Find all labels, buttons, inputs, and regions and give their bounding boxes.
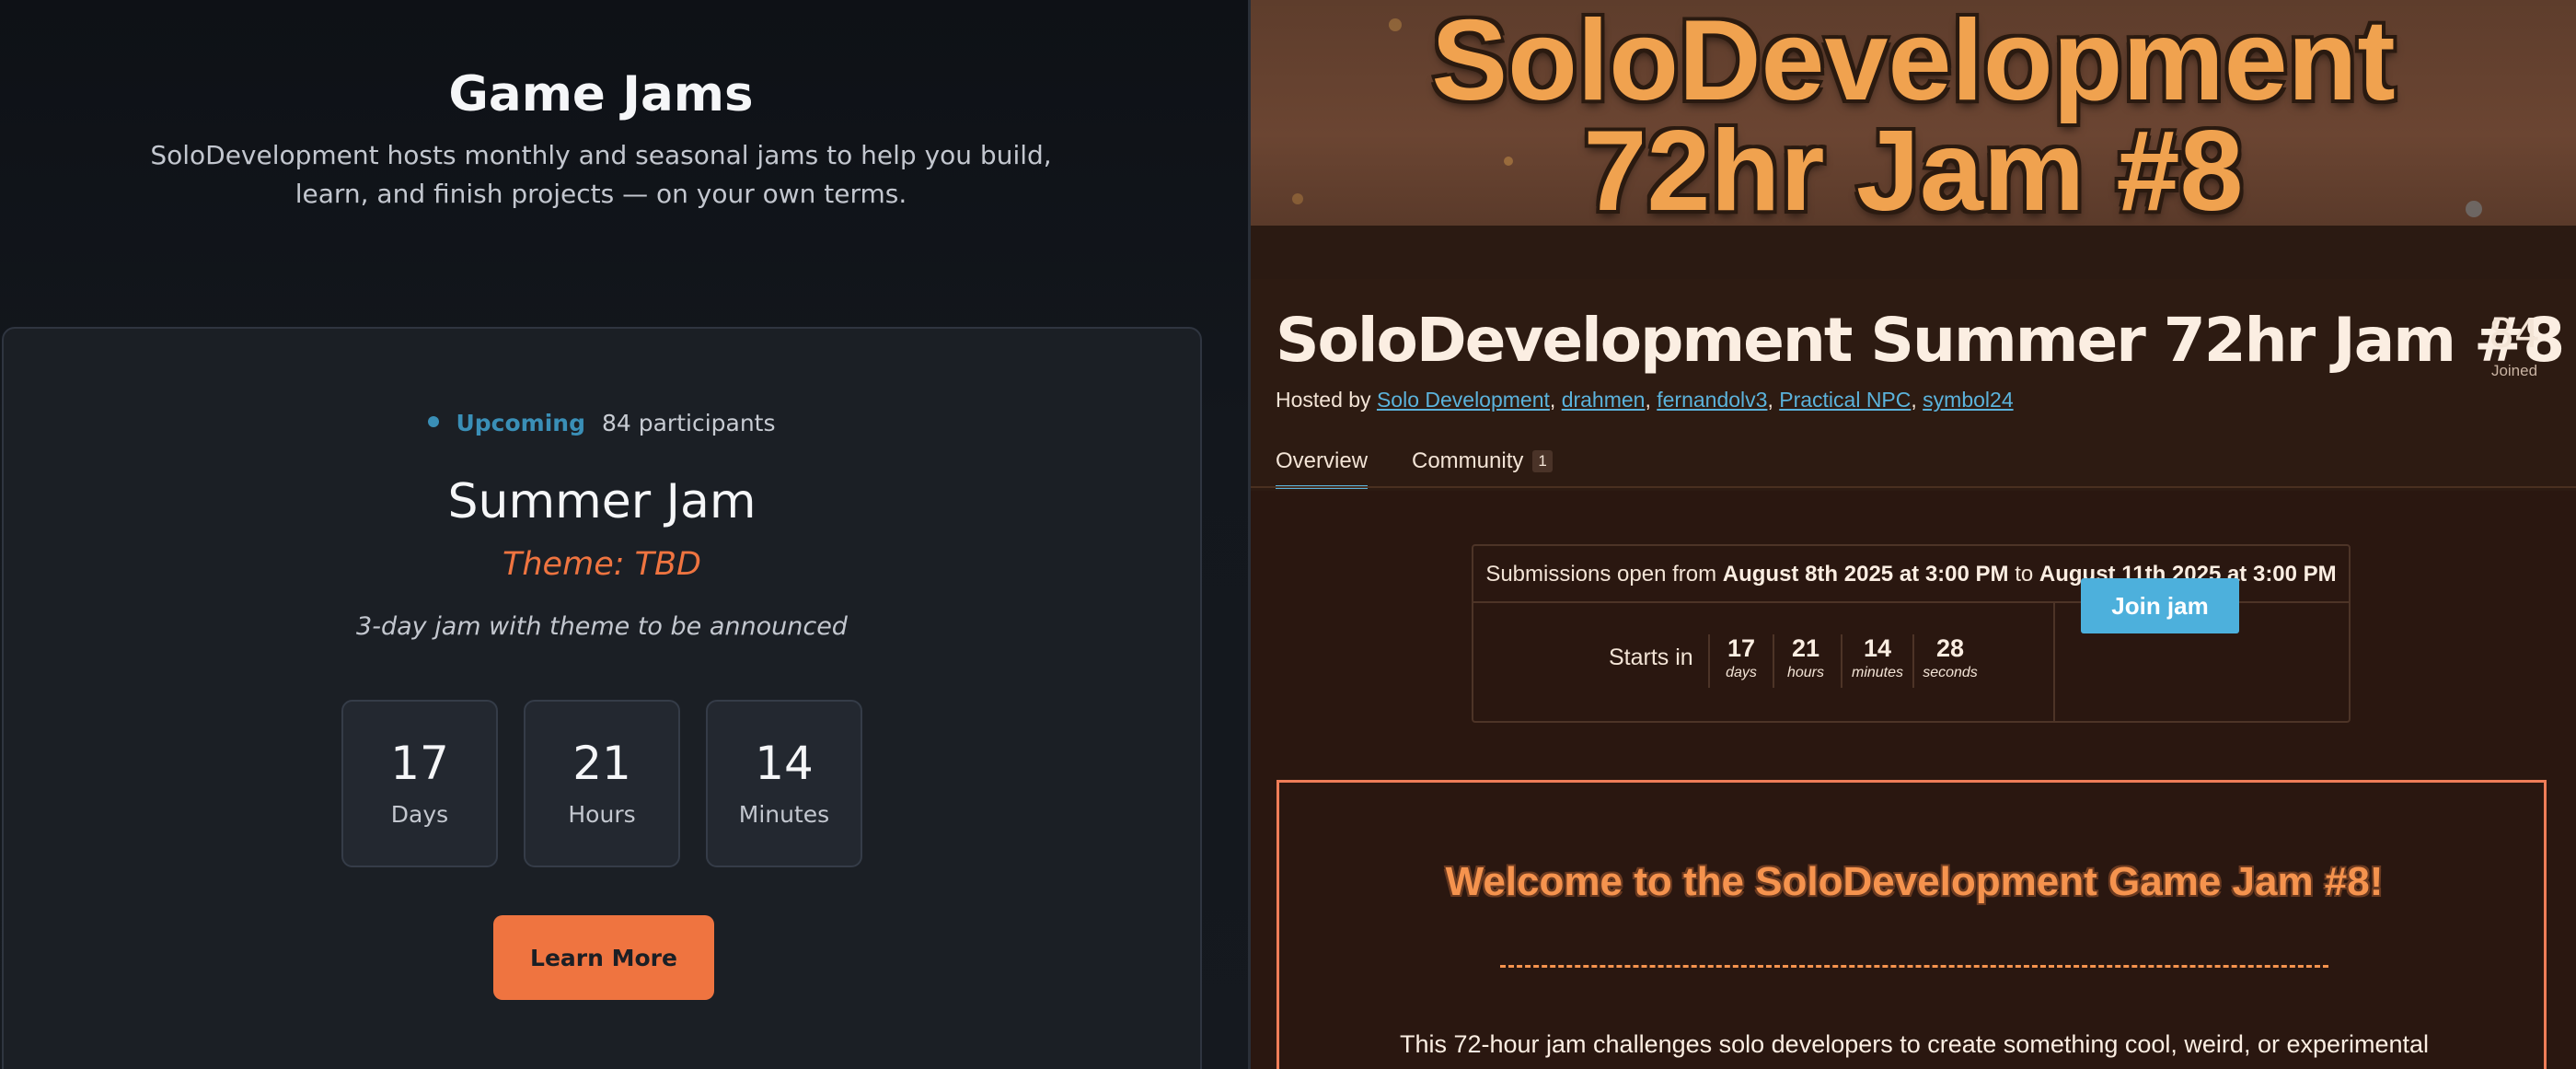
submission-start: August 8th 2025 at 3:00 PM bbox=[1722, 562, 2009, 587]
starts-in-label: Starts in bbox=[1609, 645, 1693, 670]
tab-community[interactable]: Community 1 bbox=[1412, 448, 1553, 485]
banner-line-1: SoloDevelopment bbox=[1431, 0, 2396, 124]
host-link[interactable]: symbol24 bbox=[1923, 388, 2013, 412]
welcome-section: Welcome to the SoloDevelopment Game Jam … bbox=[1276, 780, 2547, 1069]
page-title: Game Jams bbox=[448, 66, 754, 122]
countdown-days: 17 Days bbox=[341, 700, 498, 867]
countdown-seconds: 28 seconds bbox=[1912, 634, 1986, 688]
welcome-body: This 72-hour jam challenges solo develop… bbox=[1399, 1030, 2430, 1058]
countdown-unit: seconds bbox=[1923, 665, 1978, 680]
countdown-unit: hours bbox=[1786, 665, 1825, 680]
jam-banner: SoloDevelopment 72hr Jam #8 bbox=[1251, 0, 2576, 235]
status-row: Upcoming 84 participants bbox=[4, 410, 1200, 436]
starts-in-panel: Starts in 17 days 21 hours 14 minutes 28… bbox=[1473, 603, 2055, 723]
countdown-value: 21 bbox=[572, 737, 631, 790]
countdown-minutes: 14 minutes bbox=[1841, 634, 1912, 688]
banner-strip bbox=[1251, 226, 2576, 279]
countdown-unit: days bbox=[1726, 665, 1757, 680]
hosted-by-label: Hosted by bbox=[1276, 388, 1377, 412]
jam-page: SoloDevelopment 72hr Jam #8 SoloDevelopm… bbox=[1251, 0, 2576, 1069]
status-badge: Upcoming bbox=[456, 410, 585, 436]
countdown-days: 17 days bbox=[1708, 634, 1773, 688]
jam-header: SoloDevelopment Summer 72hr Jam #8 Hoste… bbox=[1251, 279, 2576, 491]
countdown-hours: 21 Hours bbox=[524, 700, 680, 867]
tab-overview[interactable]: Overview bbox=[1276, 448, 1369, 489]
banner-title: SoloDevelopment 72hr Jam #8 bbox=[1251, 0, 2576, 235]
game-jams-panel: Game Jams SoloDevelopment hosts monthly … bbox=[0, 0, 1248, 1069]
host-link[interactable]: Practical NPC bbox=[1779, 388, 1911, 412]
countdown-minutes: 14 Minutes bbox=[706, 700, 862, 867]
countdown-value: 14 bbox=[755, 737, 814, 790]
host-link[interactable]: fernandolv3 bbox=[1657, 388, 1767, 412]
tab-label: Overview bbox=[1276, 448, 1369, 473]
countdown-value: 17 bbox=[1727, 634, 1756, 662]
countdown-unit: minutes bbox=[1851, 665, 1904, 680]
countdown-hours: 21 hours bbox=[1773, 634, 1837, 688]
submission-mid: to bbox=[2015, 562, 2034, 587]
jam-description: 3-day jam with theme to be announced bbox=[356, 612, 848, 641]
jam-title: SoloDevelopment Summer 72hr Jam #8 bbox=[1276, 305, 2565, 376]
countdown-label: Hours bbox=[568, 801, 636, 828]
jam-name: Summer Jam bbox=[447, 474, 757, 529]
participants-count: 84 participants bbox=[601, 410, 776, 436]
tab-label: Community bbox=[1412, 448, 1524, 473]
joined-label: Joined bbox=[2490, 362, 2538, 379]
status-dot-icon bbox=[428, 416, 440, 427]
countdown-value: 14 bbox=[1863, 634, 1892, 662]
countdown-value: 28 bbox=[1935, 634, 1965, 662]
welcome-divider bbox=[1500, 965, 2328, 968]
learn-more-button[interactable]: Learn More bbox=[493, 915, 714, 1000]
joined-count: 84 bbox=[2489, 310, 2540, 357]
tabs-divider bbox=[1251, 486, 2576, 488]
banner-line-2: 72hr Jam #8 bbox=[1583, 108, 2244, 235]
jam-theme: Theme: TBD bbox=[502, 546, 701, 583]
page-subtitle: SoloDevelopment hosts monthly and season… bbox=[150, 140, 1052, 209]
join-jam-button[interactable]: Join jam bbox=[2081, 578, 2239, 633]
hosted-by: Hosted by Solo Development, drahmen, fer… bbox=[1276, 388, 2014, 412]
host-link[interactable]: drahmen bbox=[1562, 388, 1646, 412]
welcome-title: Welcome to the SoloDevelopment Game Jam … bbox=[1445, 859, 2384, 904]
community-badge: 1 bbox=[1532, 450, 1553, 472]
jam-card: Upcoming 84 participants Summer Jam Theme… bbox=[2, 327, 1202, 1069]
countdown: 17 Days 21 Hours 14 Minutes bbox=[341, 700, 866, 867]
countdown-label: Days bbox=[390, 801, 449, 828]
submission-prefix: Submissions open from bbox=[1485, 562, 1717, 587]
submission-box: Submissions open from August 8th 2025 at… bbox=[1472, 544, 2351, 723]
countdown-value: 21 bbox=[1791, 634, 1820, 662]
countdown-label: Minutes bbox=[738, 801, 830, 828]
host-link[interactable]: Solo Development bbox=[1377, 388, 1550, 412]
countdown-value: 17 bbox=[390, 737, 449, 790]
